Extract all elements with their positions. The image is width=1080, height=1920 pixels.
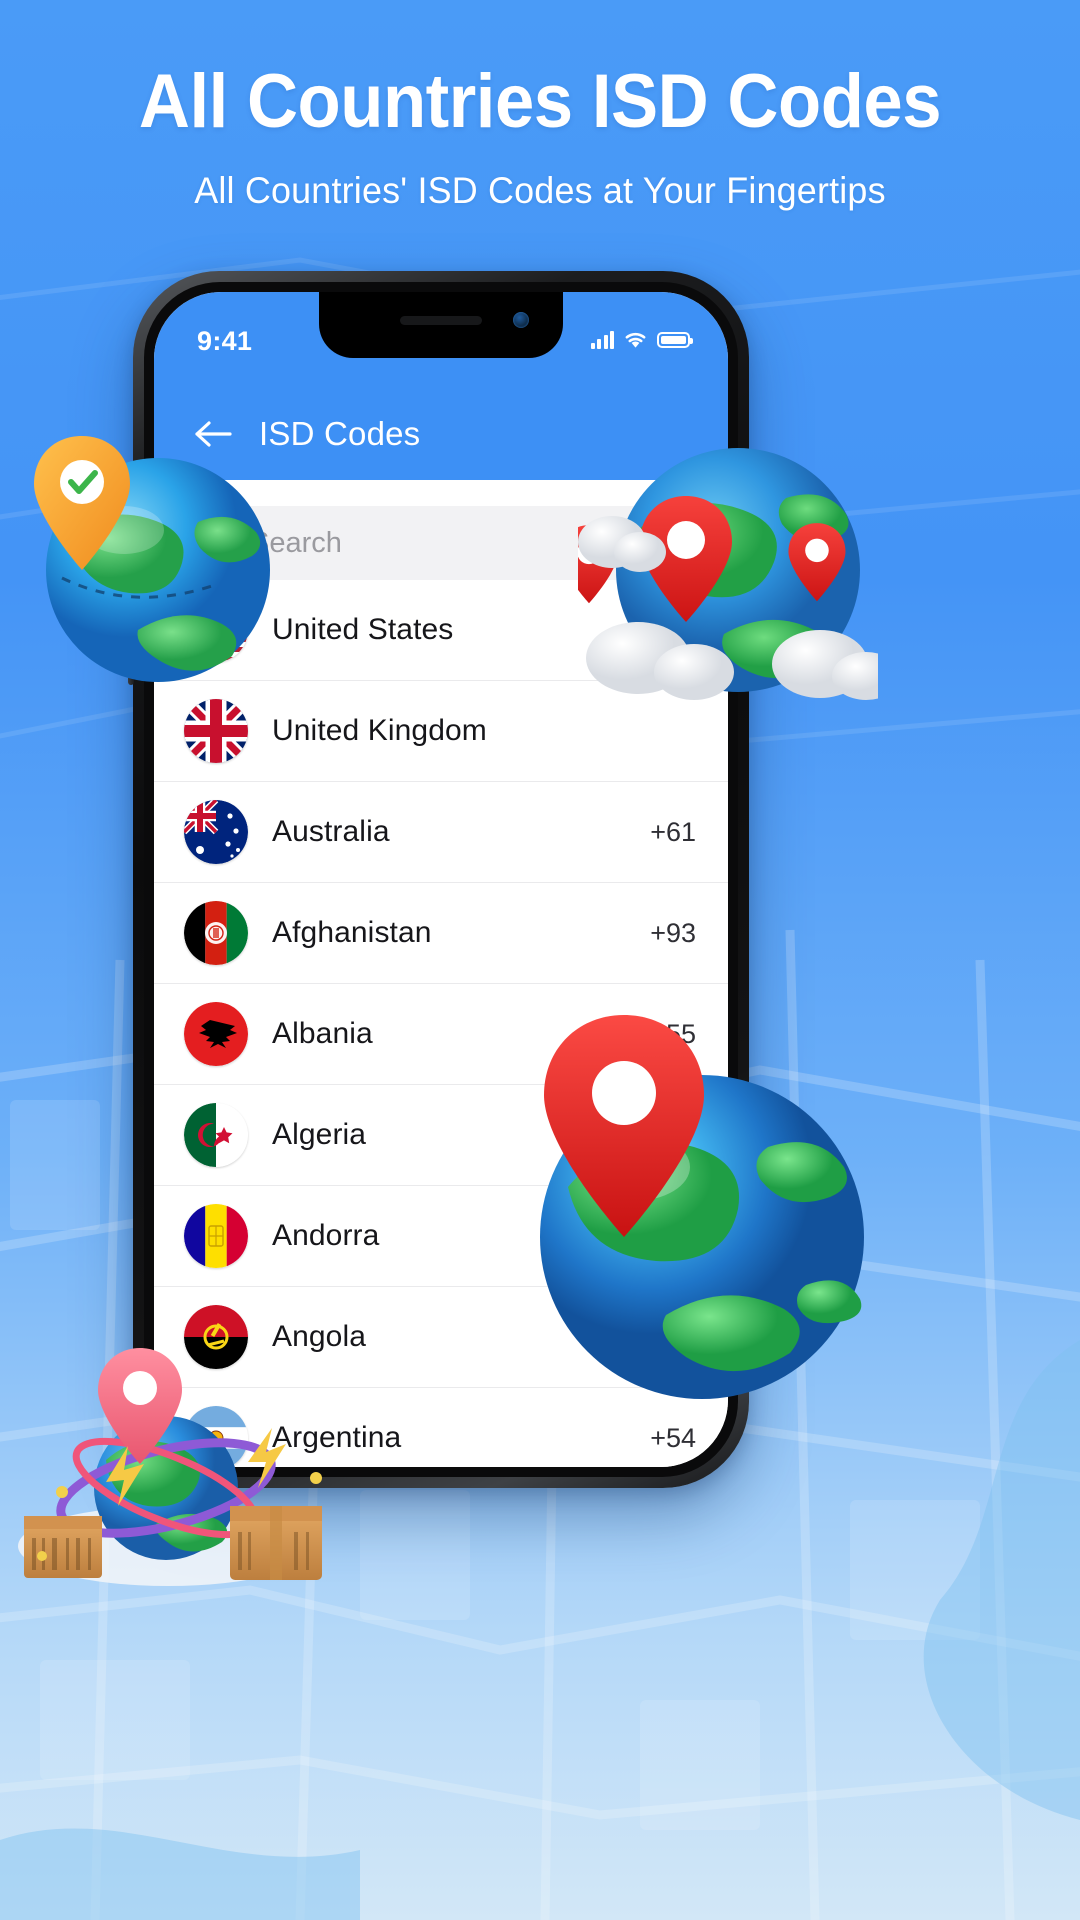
status-indicators [590, 330, 693, 349]
country-name: Argentina [272, 1421, 402, 1454]
volume-down-button [128, 623, 134, 685]
country-dial-code: +54 [650, 1422, 696, 1453]
battery-full-icon [657, 331, 693, 348]
phone-screen: 9:41 ISD Codes Search United States Unit… [154, 292, 728, 1467]
country-list[interactable]: United States United Kingdom Australia +6… [154, 580, 728, 1467]
wifi-icon [625, 332, 646, 348]
search-section: Search [154, 480, 728, 580]
page-subtitle: All Countries' ISD Codes at Your Fingert… [194, 169, 886, 211]
country-row[interactable]: Afghanistan +93 [154, 883, 728, 984]
country-flag-icon [184, 598, 248, 662]
app-content: Search United States United Kingdom Aust… [154, 480, 728, 1467]
country-row[interactable]: Algeria [154, 1085, 728, 1186]
country-flag-icon [184, 699, 248, 763]
country-flag-icon [184, 1002, 248, 1066]
country-flag-icon [184, 1305, 248, 1369]
country-row[interactable]: United Kingdom [154, 681, 728, 782]
country-name: United States [272, 613, 454, 646]
volume-up-button [128, 541, 134, 603]
country-flag-icon [184, 1406, 248, 1467]
search-input[interactable]: Search [182, 506, 700, 580]
earpiece-speaker [400, 316, 482, 325]
country-name: Andorra [272, 1219, 380, 1252]
app-navigation-bar: ISD Codes [154, 388, 728, 480]
country-dial-code: +355 [635, 1018, 696, 1049]
phone-bezel: 9:41 ISD Codes Search United States Unit… [144, 282, 738, 1477]
country-row[interactable]: Argentina +54 [154, 1388, 728, 1467]
country-row[interactable]: United States [154, 580, 728, 681]
country-flag-icon [184, 1204, 248, 1268]
country-row[interactable]: Albania +355 [154, 984, 728, 1085]
country-name: Algeria [272, 1118, 367, 1151]
promo-header: All Countries ISD Codes All Countries' I… [0, 0, 1080, 212]
phone-mockup: 9:41 ISD Codes Search United States Unit… [128, 271, 754, 1488]
search-placeholder: Search [250, 526, 342, 559]
country-row[interactable]: Angola [154, 1287, 728, 1388]
country-dial-code: +93 [650, 917, 696, 948]
mute-switch [129, 477, 134, 511]
phone-notch [319, 292, 563, 358]
country-flag-icon [184, 901, 248, 965]
back-arrow-icon[interactable] [194, 419, 232, 449]
country-dial-code: +61 [650, 816, 696, 847]
page-title: All Countries ISD Codes [138, 59, 942, 144]
country-row[interactable]: Andorra [154, 1186, 728, 1287]
country-name: Albania [272, 1017, 373, 1050]
country-name: Afghanistan [272, 916, 432, 949]
country-name: United Kingdom [272, 714, 487, 747]
country-row[interactable]: Australia +61 [154, 782, 728, 883]
country-flag-icon [184, 800, 248, 864]
search-icon [206, 530, 232, 556]
cellular-signal-icon [590, 330, 614, 349]
nav-title: ISD Codes [259, 415, 421, 452]
country-name: Angola [272, 1320, 367, 1353]
power-button [748, 571, 754, 667]
country-flag-icon [184, 1103, 248, 1167]
country-name: Australia [272, 815, 390, 848]
status-time: 9:41 [197, 326, 253, 356]
front-camera [513, 312, 529, 328]
